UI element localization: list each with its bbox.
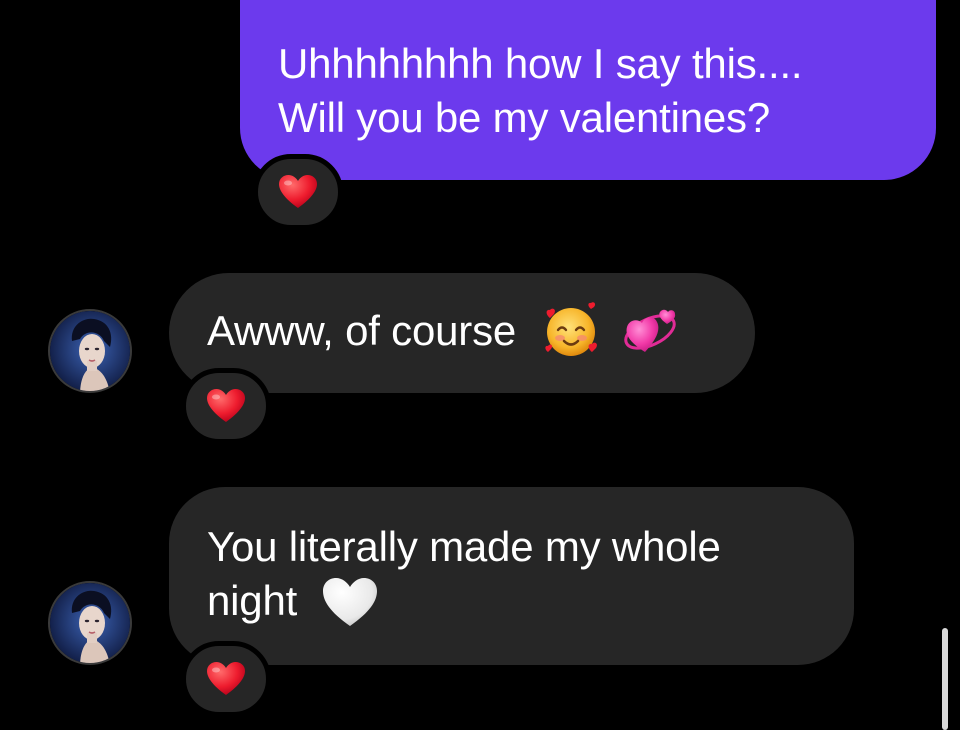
contact-avatar[interactable] [48,309,132,393]
avatar-image [50,583,130,663]
message-text-line: You literally made my whole [207,523,721,570]
message-text-line: night [207,574,854,628]
smiling-face-with-hearts-icon [544,302,597,356]
message-text: night [207,577,298,624]
message-text-line: Awww, of course [207,302,755,360]
chat-thread: Uhhhhhhhh how I say this.... Will you be… [0,0,960,730]
red-heart-icon [207,389,245,422]
contact-avatar[interactable] [48,581,132,665]
message-text-line: Uhhhhhhhh how I say this.... [278,40,803,87]
red-heart-icon [207,662,245,695]
reaction-badge[interactable] [181,641,271,717]
scrollbar-thumb[interactable] [942,628,948,730]
message-text-line: Will you be my valentines? [278,94,771,141]
revolving-hearts-icon [624,309,676,352]
avatar-image [50,311,130,391]
received-message-bubble[interactable]: Awww, of course [169,273,755,393]
received-message-bubble[interactable]: You literally made my whole night [169,487,854,665]
message-text: Awww, of course [207,307,517,354]
white-heart-icon [322,577,377,626]
red-heart-icon [279,175,317,208]
reaction-badge[interactable] [181,368,271,444]
reaction-badge[interactable] [253,154,343,230]
sent-message-bubble[interactable]: Uhhhhhhhh how I say this.... Will you be… [240,0,936,180]
